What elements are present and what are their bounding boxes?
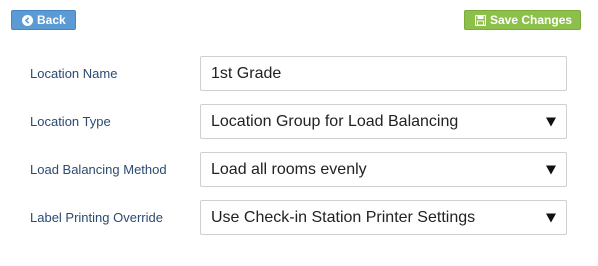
- back-button[interactable]: Back: [11, 10, 76, 30]
- location-name-label: Location Name: [30, 66, 118, 81]
- load-balancing-method-value: Load all rooms evenly: [211, 160, 367, 178]
- save-changes-button[interactable]: Save Changes: [464, 10, 581, 30]
- floppy-disk-icon: [475, 14, 486, 26]
- label-printing-override-label: Label Printing Override: [30, 210, 163, 225]
- dropdown-arrow-icon: [546, 213, 556, 222]
- back-circle-icon: [22, 14, 33, 26]
- location-type-select[interactable]: Location Group for Load Balancing: [200, 104, 567, 139]
- location-name-input[interactable]: [211, 64, 551, 83]
- dropdown-arrow-icon: [546, 117, 556, 126]
- location-name-field[interactable]: [200, 56, 567, 91]
- label-printing-override-select[interactable]: Use Check-in Station Printer Settings: [200, 200, 567, 235]
- location-settings-page: Back Save Changes Location Name Location…: [0, 0, 598, 266]
- location-type-value: Location Group for Load Balancing: [211, 112, 459, 130]
- save-changes-label: Save Changes: [490, 13, 573, 27]
- label-printing-override-value: Use Check-in Station Printer Settings: [211, 208, 476, 226]
- back-button-label: Back: [37, 13, 66, 27]
- load-balancing-method-select[interactable]: Load all rooms evenly: [200, 152, 567, 187]
- load-balancing-method-label: Load Balancing Method: [30, 162, 167, 177]
- dropdown-arrow-icon: [546, 165, 556, 174]
- location-type-label: Location Type: [30, 114, 111, 129]
